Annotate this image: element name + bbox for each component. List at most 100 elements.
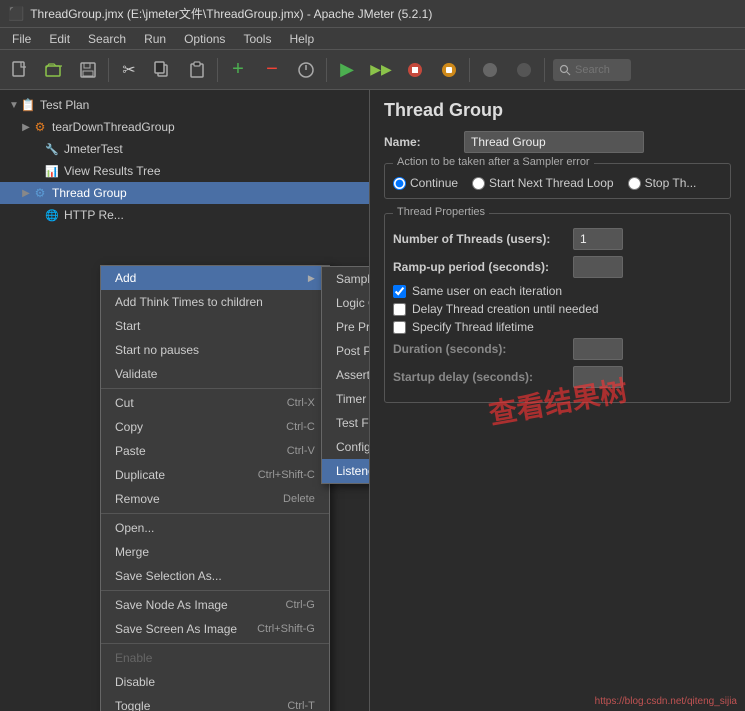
url-text: https://blog.csdn.net/qiteng_sijia xyxy=(595,696,737,707)
submenu-add-timer[interactable]: Timer xyxy=(322,387,370,411)
submenu-add-listener[interactable]: Listener xyxy=(322,459,370,483)
start-no-pause-button[interactable]: ▶▶ xyxy=(365,54,397,86)
tree-view: ▼ 📋 Test Plan ▶ ⚙ tearDownThreadGroup 🔧 … xyxy=(0,90,369,230)
submenu-add-fragment[interactable]: Test Fragment xyxy=(322,411,370,435)
tree-item-testplan[interactable]: ▼ 📋 Test Plan xyxy=(0,94,369,116)
menu-edit[interactable]: Edit xyxy=(41,30,78,48)
menu-bar: File Edit Search Run Options Tools Help xyxy=(0,28,745,50)
startup-row: Startup delay (seconds): xyxy=(393,366,722,388)
cut-button[interactable]: ✂ xyxy=(113,54,145,86)
tree-item-threadgroup[interactable]: ▶ ⚙ Thread Group xyxy=(0,182,369,204)
ramp-row: Ramp-up period (seconds): xyxy=(393,256,722,278)
toolbar: ✂ + − ▶ ▶▶ xyxy=(0,50,745,90)
tree-item-viewresults[interactable]: 📊 View Results Tree xyxy=(0,160,369,182)
ctx-validate[interactable]: Validate xyxy=(101,362,329,386)
title-text: ThreadGroup.jmx (E:\jmeter文件\ThreadGroup… xyxy=(30,5,432,22)
duration-input[interactable] xyxy=(573,338,623,360)
save-button[interactable] xyxy=(72,54,104,86)
submenu-add-config[interactable]: Config Element xyxy=(322,435,370,459)
submenu-add-pre[interactable]: Pre Processors xyxy=(322,315,370,339)
ctx-start-no-pauses[interactable]: Start no pauses xyxy=(101,338,329,362)
menu-options[interactable]: Options xyxy=(176,30,233,48)
ctx-sep-1 xyxy=(101,388,329,389)
tree-label-threadgroup: Thread Group xyxy=(52,186,127,200)
menu-tools[interactable]: Tools xyxy=(235,30,279,48)
ctx-save-node-image[interactable]: Save Node As Image Ctrl-G xyxy=(101,593,329,617)
startup-label: Startup delay (seconds): xyxy=(393,370,573,384)
menu-search[interactable]: Search xyxy=(80,30,134,48)
ctx-paste[interactable]: Paste Ctrl-V xyxy=(101,439,329,463)
menu-run[interactable]: Run xyxy=(136,30,174,48)
submenu-add-logic[interactable]: Logic Controller xyxy=(322,291,370,315)
ctx-save-screen-image[interactable]: Save Screen As Image Ctrl+Shift-G xyxy=(101,617,329,641)
ctx-cut[interactable]: Cut Ctrl-X xyxy=(101,391,329,415)
tree-label-teardown: tearDownThreadGroup xyxy=(52,120,175,134)
http-icon: 🌐 xyxy=(44,207,60,223)
ctx-start[interactable]: Start xyxy=(101,314,329,338)
submenu-add-assertions[interactable]: Assertions xyxy=(322,363,370,387)
startup-input[interactable] xyxy=(573,366,623,388)
menu-file[interactable]: File xyxy=(4,30,39,48)
thread-properties-box: Thread Properties Number of Threads (use… xyxy=(384,213,731,403)
name-input[interactable] xyxy=(464,131,644,153)
ctx-duplicate[interactable]: Duplicate Ctrl+Shift-C xyxy=(101,463,329,487)
toggle-button[interactable] xyxy=(290,54,322,86)
add-button[interactable]: + xyxy=(222,54,254,86)
ctx-remove[interactable]: Remove Delete xyxy=(101,487,329,511)
threads-row: Number of Threads (users): xyxy=(393,228,722,250)
tree-item-http[interactable]: 🌐 HTTP Re... xyxy=(0,204,369,226)
search-input[interactable] xyxy=(575,64,625,76)
tree-item-jmetertest[interactable]: 🔧 JmeterTest xyxy=(0,138,369,160)
ctx-copy[interactable]: Copy Ctrl-C xyxy=(101,415,329,439)
radio-continue[interactable]: Continue xyxy=(393,176,458,190)
radio-stop-thread[interactable]: Stop Th... xyxy=(628,176,697,190)
stop-button[interactable] xyxy=(399,54,431,86)
ctx-save-selection[interactable]: Save Selection As... xyxy=(101,564,329,588)
page-title: Thread Group xyxy=(384,100,731,121)
title-bar: ⬛ ThreadGroup.jmx (E:\jmeter文件\ThreadGro… xyxy=(0,0,745,28)
ctx-add-think-times[interactable]: Add Think Times to children xyxy=(101,290,329,314)
copy-button[interactable] xyxy=(147,54,179,86)
app-icon: ⬛ xyxy=(8,6,24,22)
duration-label: Duration (seconds): xyxy=(393,342,573,356)
paste-button[interactable] xyxy=(181,54,213,86)
duration-row: Duration (seconds): xyxy=(393,338,722,360)
tree-item-teardown[interactable]: ▶ ⚙ tearDownThreadGroup xyxy=(0,116,369,138)
main-layout: ▼ 📋 Test Plan ▶ ⚙ tearDownThreadGroup 🔧 … xyxy=(0,90,745,711)
checkbox-same-user[interactable]: Same user on each iteration xyxy=(393,284,722,298)
submenu-add: Sampler Logic Controller Pre Processors … xyxy=(321,266,370,484)
ctx-toggle[interactable]: Toggle Ctrl-T xyxy=(101,694,329,711)
right-panel: Thread Group Name: Action to be taken af… xyxy=(370,90,745,711)
ctx-enable: Enable xyxy=(101,646,329,670)
ctx-merge[interactable]: Merge xyxy=(101,540,329,564)
ramp-input[interactable] xyxy=(573,256,623,278)
toolbar-sep-2 xyxy=(217,58,218,82)
clear-button[interactable] xyxy=(474,54,506,86)
checkbox-specify-lifetime[interactable]: Specify Thread lifetime xyxy=(393,320,722,334)
clear-all-button[interactable] xyxy=(508,54,540,86)
open-button[interactable] xyxy=(38,54,70,86)
remove-button[interactable]: − xyxy=(256,54,288,86)
submenu-add-sampler[interactable]: Sampler xyxy=(322,267,370,291)
new-button[interactable] xyxy=(4,54,36,86)
threads-label: Number of Threads (users): xyxy=(393,232,573,246)
checkbox-delay-thread[interactable]: Delay Thread creation until needed xyxy=(393,302,722,316)
toolbar-sep-5 xyxy=(544,58,545,82)
action-legend: Action to be taken after a Sampler error xyxy=(393,156,594,168)
start-button[interactable]: ▶ xyxy=(331,54,363,86)
tree-label-viewresults: View Results Tree xyxy=(64,164,161,178)
viewresults-icon: 📊 xyxy=(44,163,60,179)
ctx-sep-3 xyxy=(101,590,329,591)
ctx-add[interactable]: Add xyxy=(101,266,329,290)
tree-arrow-threadgroup: ▶ xyxy=(20,188,32,199)
shutdown-button[interactable] xyxy=(433,54,465,86)
toolbar-sep-1 xyxy=(108,58,109,82)
ctx-disable[interactable]: Disable xyxy=(101,670,329,694)
radio-start-next[interactable]: Start Next Thread Loop xyxy=(472,176,614,190)
submenu-add-post[interactable]: Post Processors xyxy=(322,339,370,363)
threads-input[interactable] xyxy=(573,228,623,250)
menu-help[interactable]: Help xyxy=(281,30,322,48)
toolbar-sep-4 xyxy=(469,58,470,82)
toolbar-sep-3 xyxy=(326,58,327,82)
ctx-open[interactable]: Open... xyxy=(101,516,329,540)
